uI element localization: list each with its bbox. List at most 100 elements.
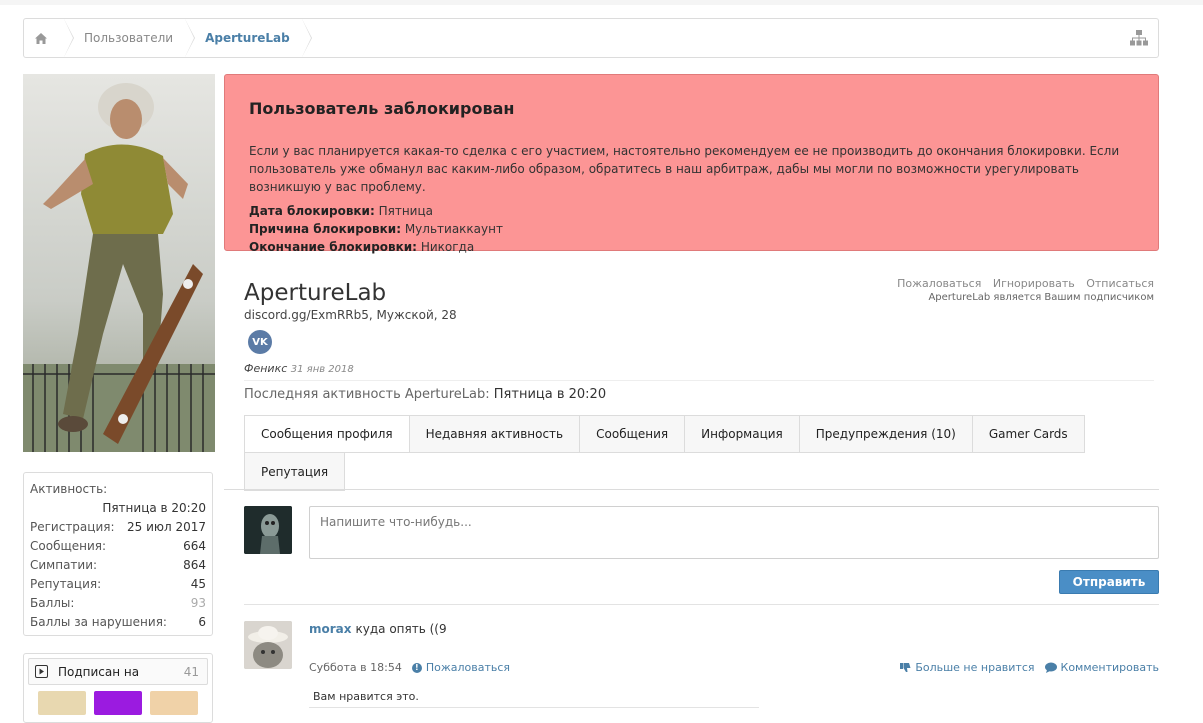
ignore-link[interactable]: Игнорировать — [993, 277, 1075, 290]
ban-reason: Причина блокировки: Мультиаккаунт — [249, 220, 1134, 238]
current-user-avatar-image — [244, 506, 292, 554]
divider — [244, 604, 1159, 605]
ban-title: Пользователь заблокирован — [249, 99, 515, 118]
stat-value: 45 — [190, 576, 206, 591]
following-count: 41 — [183, 664, 199, 679]
stat-value: 864 — [183, 557, 206, 572]
stat-points: Баллы: 93 — [30, 593, 206, 612]
tab-recent-activity[interactable]: Недавняя активность — [409, 415, 581, 453]
post-meta: Суббота в 18:54 ! Пожаловаться — [309, 661, 510, 674]
post-author[interactable]: morax — [309, 622, 352, 636]
last-activity-value: Пятница в 20:20 — [493, 387, 607, 402]
stat-value: Пятница в 20:20 — [102, 500, 206, 515]
user-stats: Активность: Пятница в 20:20 Регистрация:… — [23, 472, 213, 636]
unfollow-link[interactable]: Отписаться — [1086, 277, 1154, 290]
divider — [244, 380, 1154, 381]
unlike-link[interactable]: Больше не нравится — [900, 661, 1035, 674]
breadcrumb-aperturelab[interactable]: ApertureLab — [185, 19, 312, 57]
stat-label: Баллы: — [30, 595, 75, 610]
send-button[interactable]: Отправить — [1059, 570, 1159, 594]
current-user-avatar[interactable] — [244, 506, 292, 554]
following-avatar[interactable] — [38, 691, 86, 715]
profile-post-input[interactable]: Напишите что-нибудь... — [309, 506, 1159, 559]
subscriber-note: ApertureLab является Вашим подписчиком — [928, 292, 1154, 303]
stat-value: 25 июл 2017 — [126, 519, 206, 534]
post-report-label: Пожаловаться — [425, 661, 511, 674]
ban-date-value: Пятница — [378, 204, 433, 218]
stat-label: Регистрация: — [30, 519, 115, 534]
report-link[interactable]: Пожаловаться — [897, 277, 981, 290]
stat-likes: Симпатии: 864 — [30, 555, 206, 574]
tab-reputation[interactable]: Репутация — [244, 453, 346, 491]
top-strip — [0, 0, 1203, 5]
stat-messages: Сообщения: 664 — [30, 536, 206, 555]
tab-info[interactable]: Информация — [685, 415, 800, 453]
stat-label: Баллы за нарушения: — [30, 614, 167, 629]
sitemap-icon[interactable] — [1130, 30, 1148, 46]
stat-label: Репутация: — [30, 576, 102, 591]
ban-end-label: Окончание блокировки: — [249, 240, 417, 254]
breadcrumb-home[interactable] — [24, 19, 74, 57]
rank-date: 31 янв 2018 — [290, 364, 354, 375]
comment-label: Комментировать — [1060, 661, 1159, 674]
post-actions: Больше не нравится Комментировать — [900, 661, 1159, 674]
unlike-label: Больше не нравится — [915, 661, 1035, 674]
rank-title: Феникс — [244, 362, 288, 375]
following-avatar[interactable] — [94, 691, 142, 715]
post-text: куда опять ((9 — [355, 622, 447, 636]
comment-link[interactable]: Комментировать — [1044, 661, 1159, 674]
post-author-avatar[interactable] — [244, 621, 292, 669]
thumbs-down-icon — [900, 663, 911, 672]
stat-registration: Регистрация: 25 июл 2017 — [30, 517, 206, 536]
following-avatar[interactable] — [150, 691, 198, 715]
post-author-avatar-image — [244, 621, 292, 669]
stat-label: Симпатии: — [30, 557, 98, 572]
profile-subline: discord.gg/ExmRRb5, Мужской, 28 — [244, 308, 457, 322]
breadcrumb-users[interactable]: Пользователи — [64, 19, 196, 57]
ban-text: Если у вас планируется какая-то сделка с… — [249, 144, 1120, 194]
stat-value[interactable]: 93 — [191, 596, 206, 610]
tab-gamer-cards[interactable]: Gamer Cards — [972, 415, 1085, 453]
stat-activity: Активность: — [30, 479, 206, 498]
likes-summary: Вам нравится это. — [309, 686, 759, 708]
vk-icon[interactable]: VK — [248, 330, 272, 354]
comment-icon — [1044, 662, 1057, 673]
stat-label: Сообщения: — [30, 538, 107, 553]
last-activity: Последняя активность ApertureLab: Пятниц… — [244, 387, 606, 402]
profile-header: ApertureLab discord.gg/ExmRRb5, Мужской,… — [244, 277, 1159, 375]
following-label: Подписан на — [58, 664, 140, 679]
last-activity-label: Последняя активность ApertureLab: — [244, 387, 490, 402]
ban-end-value: Никогда — [420, 240, 475, 254]
breadcrumb: Пользователи ApertureLab — [23, 18, 1159, 58]
following-thumbs — [28, 691, 208, 715]
tab-warnings[interactable]: Предупреждения (10) — [799, 415, 973, 453]
ban-end: Окончание блокировки: Никогда — [249, 238, 1134, 256]
ban-notice: Пользователь заблокирован Если у вас пла… — [224, 74, 1159, 254]
home-icon — [35, 32, 47, 44]
post-time[interactable]: Суббота в 18:54 — [309, 661, 402, 674]
stat-violations: Баллы за нарушения: 6 — [30, 612, 206, 631]
stat-value: 6 — [198, 614, 206, 629]
tab-posts[interactable]: Сообщения — [580, 415, 686, 453]
following-header[interactable]: Подписан на 41 — [28, 658, 208, 685]
profile-avatar-image — [23, 74, 215, 452]
post-report[interactable]: ! Пожаловаться — [411, 661, 511, 674]
profile-rank: Феникс 31 янв 2018 — [244, 362, 1159, 375]
profile-actions: Пожаловаться Игнорировать Отписаться Ape… — [889, 277, 1154, 303]
likes-text: Вам нравится это. — [313, 690, 419, 703]
ban-reason-value: Мультиаккаунт — [404, 222, 503, 236]
profile-avatar[interactable] — [23, 74, 215, 452]
stat-label: Активность: — [30, 481, 108, 496]
ban-date: Дата блокировки: Пятница — [249, 202, 1134, 220]
stat-value[interactable]: 664 — [183, 539, 206, 553]
post-content: morax куда опять ((9 — [309, 622, 447, 636]
ban-date-label: Дата блокировки: — [249, 204, 375, 218]
info-icon: ! — [411, 662, 422, 673]
tabs-bottom-line — [224, 489, 1159, 490]
stat-reputation: Репутация: 45 — [30, 574, 206, 593]
stat-activity-value-row: Пятница в 20:20 — [30, 498, 206, 517]
ban-reason-label: Причина блокировки: — [249, 222, 401, 236]
play-square-icon — [35, 665, 48, 678]
profile-tabs: Сообщения профиля Недавняя активность Со… — [244, 415, 1159, 491]
tab-profile-posts[interactable]: Сообщения профиля — [244, 415, 410, 453]
